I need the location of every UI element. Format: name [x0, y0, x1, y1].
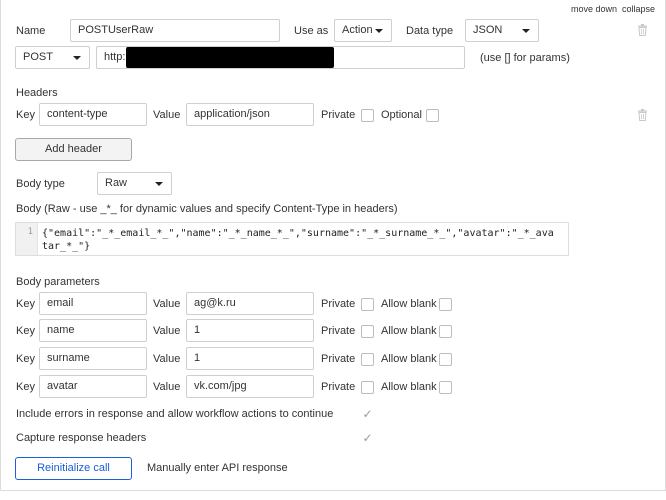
- body-type-label: Body type: [16, 178, 65, 190]
- param-private-label: Private: [321, 325, 356, 337]
- name-label: Name: [16, 25, 46, 37]
- include-errors-label: Include errors in response and allow wor…: [16, 408, 334, 420]
- body-params-title: Body parameters: [16, 276, 100, 288]
- data-type-dropdown[interactable]: JSON: [465, 19, 539, 42]
- param-private-label: Private: [321, 298, 356, 310]
- api-call-panel: move down collapse Name POSTUserRaw Use …: [0, 0, 666, 491]
- trash-icon[interactable]: [637, 109, 648, 121]
- name-input[interactable]: POSTUserRaw: [70, 19, 280, 42]
- param-allow-blank-checkbox[interactable]: [439, 381, 452, 394]
- manual-response-link[interactable]: Manually enter API response: [147, 462, 288, 474]
- use-as-dropdown[interactable]: Action: [334, 19, 392, 42]
- body-code-text: {"email":"_*_email_*_","name":"_*_name_*…: [42, 228, 554, 252]
- header-private-checkbox[interactable]: [361, 109, 374, 122]
- header-value-input[interactable]: application/json: [186, 103, 314, 126]
- param-key-label: Key: [16, 298, 35, 310]
- add-header-button[interactable]: Add header: [15, 138, 132, 161]
- param-value-input-email[interactable]: ag@k.ru: [186, 292, 314, 315]
- capture-headers-label: Capture response headers: [16, 432, 147, 444]
- headers-title: Headers: [16, 87, 58, 99]
- param-private-checkbox[interactable]: [361, 325, 374, 338]
- header-value-label: Value: [153, 109, 181, 121]
- param-allow-blank-label: Allow blank: [381, 353, 437, 365]
- url-value: http:: [104, 51, 126, 63]
- param-key-label: Key: [16, 353, 35, 365]
- chevron-down-icon: [375, 29, 383, 33]
- body-type-value: Raw: [105, 177, 128, 189]
- body-type-dropdown[interactable]: Raw: [97, 172, 172, 195]
- collapse-link[interactable]: collapse: [622, 4, 655, 14]
- chevron-down-icon: [522, 29, 530, 33]
- header-private-label: Private: [321, 109, 356, 121]
- param-value-label: Value: [153, 298, 181, 310]
- param-value-label: Value: [153, 325, 181, 337]
- trash-icon[interactable]: [637, 24, 648, 36]
- param-value-label: Value: [153, 353, 181, 365]
- method-value: POST: [23, 51, 53, 63]
- use-as-label: Use as: [294, 25, 329, 37]
- body-raw-title: Body (Raw - use _*_ for dynamic values a…: [16, 203, 398, 215]
- include-errors-checkbox[interactable]: ✓: [361, 408, 374, 421]
- param-key-input-surname[interactable]: surname: [39, 347, 147, 370]
- data-type-value: JSON: [473, 24, 503, 36]
- body-code-editor[interactable]: 1 {"email":"_*_email_*_","name":"_*_name…: [15, 222, 569, 256]
- param-key-label: Key: [16, 381, 35, 393]
- line-number-gutter: 1: [16, 223, 38, 255]
- param-private-label: Private: [321, 353, 356, 365]
- use-as-value: Action: [342, 24, 373, 36]
- param-allow-blank-label: Allow blank: [381, 298, 437, 310]
- header-optional-label: Optional: [381, 109, 422, 121]
- header-optional-checkbox[interactable]: [426, 109, 439, 122]
- param-key-input-email[interactable]: email: [39, 292, 147, 315]
- header-key-input[interactable]: content-type: [39, 103, 147, 126]
- param-allow-blank-checkbox[interactable]: [439, 325, 452, 338]
- param-private-checkbox[interactable]: [361, 353, 374, 366]
- param-key-label: Key: [16, 325, 35, 337]
- param-private-checkbox[interactable]: [361, 381, 374, 394]
- param-allow-blank-checkbox[interactable]: [439, 298, 452, 311]
- param-key-input-avatar[interactable]: avatar: [39, 375, 147, 398]
- capture-headers-checkbox[interactable]: ✓: [361, 432, 374, 445]
- param-allow-blank-label: Allow blank: [381, 381, 437, 393]
- param-key-input-name[interactable]: name: [39, 319, 147, 342]
- param-private-label: Private: [321, 381, 356, 393]
- chevron-down-icon: [155, 182, 163, 186]
- param-value-input-name[interactable]: 1: [186, 319, 314, 342]
- param-allow-blank-label: Allow blank: [381, 325, 437, 337]
- method-dropdown[interactable]: POST: [15, 46, 90, 69]
- param-value-input-avatar[interactable]: vk.com/jpg: [186, 375, 314, 398]
- param-value-input-surname[interactable]: 1: [186, 347, 314, 370]
- param-private-checkbox[interactable]: [361, 298, 374, 311]
- reinitialize-call-button[interactable]: Reinitialize call: [15, 457, 132, 480]
- param-allow-blank-checkbox[interactable]: [439, 353, 452, 366]
- header-key-label: Key: [16, 109, 35, 121]
- redaction-bar: [126, 47, 334, 68]
- chevron-down-icon: [73, 56, 81, 60]
- data-type-label: Data type: [406, 25, 454, 37]
- param-value-label: Value: [153, 381, 181, 393]
- move-down-link[interactable]: move down: [571, 4, 617, 14]
- url-hint: (use [] for params): [480, 52, 570, 64]
